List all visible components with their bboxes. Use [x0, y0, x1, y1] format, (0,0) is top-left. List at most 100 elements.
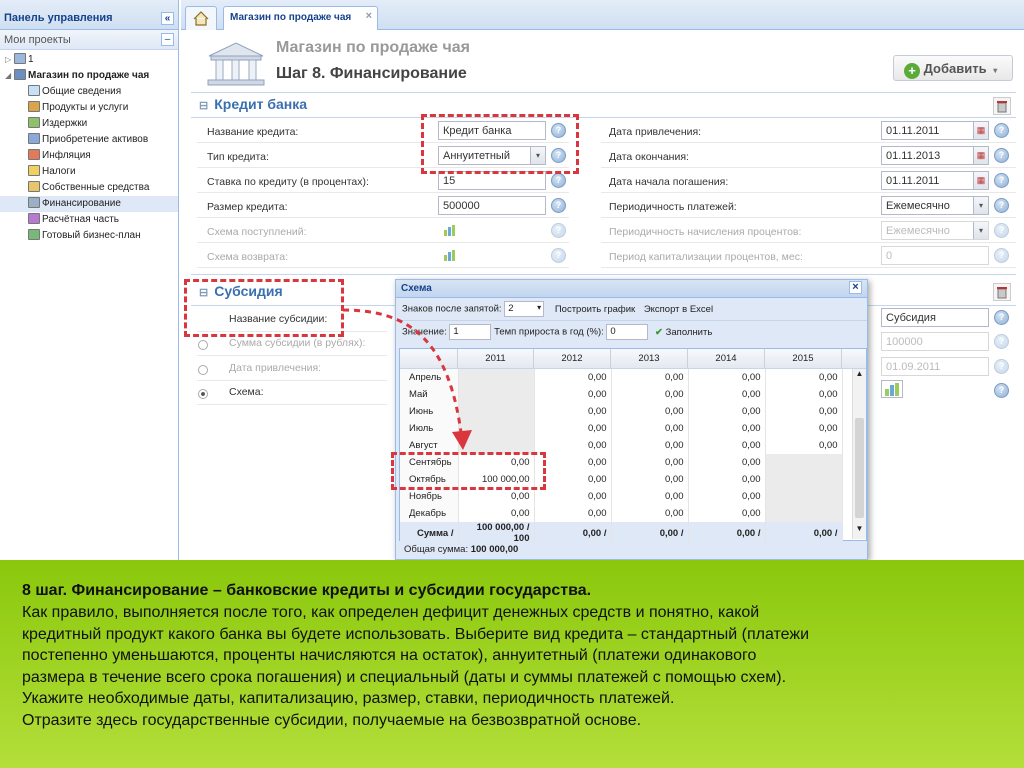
help-icon[interactable]: ?	[994, 173, 1009, 188]
credit-field-input[interactable]: 01.11.2013 ▦	[881, 146, 989, 165]
help-icon[interactable]: ?	[551, 248, 566, 263]
tree-item[interactable]: Финансирование	[0, 196, 178, 212]
value-cell[interactable]: 0,00	[688, 488, 766, 505]
radio-button[interactable]	[198, 340, 208, 350]
decimals-select[interactable]: 2 ▾	[504, 301, 545, 317]
tree-item[interactable]: Приобретение активов	[0, 132, 178, 148]
tree-item[interactable]: ▷ 1	[0, 52, 178, 68]
chevron-down-icon[interactable]: ▾	[973, 222, 988, 239]
value-cell[interactable]: 0,00	[458, 488, 535, 505]
calendar-icon[interactable]: ▦	[973, 122, 988, 139]
help-icon[interactable]: ?	[994, 198, 1009, 213]
value-cell[interactable]: 0,00	[458, 505, 535, 522]
credit-field-input[interactable]: 0	[881, 246, 989, 265]
delete-credit-button[interactable]	[993, 97, 1011, 115]
value-cell[interactable]: 0,00	[765, 437, 843, 454]
value-cell[interactable]: 0,00	[534, 403, 612, 420]
fill-button[interactable]: ✔ Заполнить	[655, 327, 712, 338]
value-cell[interactable]: 0,00	[534, 488, 612, 505]
calendar-icon[interactable]: ▦	[973, 172, 988, 189]
value-cell[interactable]: 0,00	[688, 420, 766, 437]
value-cell[interactable]: 0,00	[688, 369, 766, 386]
value-cell[interactable]: 0,00	[611, 488, 689, 505]
tree-item[interactable]: Общие сведения	[0, 84, 178, 100]
credit-field-input[interactable]: Ежемесячно ▾	[881, 221, 989, 240]
help-icon[interactable]: ?	[994, 383, 1009, 398]
radio-button[interactable]	[198, 365, 208, 375]
chevron-down-icon[interactable]: ▾	[973, 197, 988, 214]
value-cell[interactable]: 0,00	[688, 437, 766, 454]
value-cell[interactable]: 0,00	[765, 386, 843, 403]
help-icon[interactable]: ?	[994, 334, 1009, 349]
help-icon[interactable]: ?	[994, 223, 1009, 238]
help-icon[interactable]: ?	[551, 198, 566, 213]
build-chart-button[interactable]: Построить график	[555, 304, 635, 315]
value-cell[interactable]	[765, 454, 843, 471]
value-cell[interactable]: 0,00	[688, 505, 766, 522]
scroll-thumb[interactable]	[855, 418, 864, 518]
tree-item[interactable]: Инфляция	[0, 148, 178, 164]
value-cell[interactable]: 0,00	[611, 420, 689, 437]
credit-section-header[interactable]: ⊟ Кредит банка	[199, 96, 307, 112]
export-excel-button[interactable]: Экспорт в Excel	[644, 304, 713, 315]
credit-field-input[interactable]: 01.11.2011 ▦	[881, 121, 989, 140]
tab-tea-shop[interactable]: Магазин по продаже чая ×	[223, 6, 378, 30]
calendar-icon[interactable]: ▦	[973, 147, 988, 164]
tree-item[interactable]: ◢ Магазин по продаже чая	[0, 68, 178, 84]
tree-item[interactable]: Расчётная часть	[0, 212, 178, 228]
subsidy-field-input[interactable]: 01.09.2011	[881, 357, 989, 376]
value-cell[interactable]: 0,00	[765, 369, 843, 386]
tree-item[interactable]: Продукты и услуги	[0, 100, 178, 116]
tree-item[interactable]: Собственные средства	[0, 180, 178, 196]
credit-field-input[interactable]: 01.11.2011 ▦	[881, 171, 989, 190]
help-icon[interactable]: ?	[994, 310, 1009, 325]
value-cell[interactable]: 0,00	[688, 403, 766, 420]
value-cell[interactable]: 0,00	[611, 369, 689, 386]
tree-item[interactable]: Издержки	[0, 116, 178, 132]
collapse-projects-button[interactable]: –	[161, 33, 174, 46]
value-cell[interactable]: 0,00	[534, 420, 612, 437]
value-cell[interactable]	[765, 505, 843, 522]
help-icon[interactable]: ?	[994, 248, 1009, 263]
value-cell[interactable]: 0,00	[534, 505, 612, 522]
value-cell[interactable]: 0,00	[688, 454, 766, 471]
value-cell[interactable]	[765, 488, 843, 505]
radio-button[interactable]	[198, 389, 208, 399]
value-cell[interactable]: 0,00	[611, 471, 689, 488]
help-icon[interactable]: ?	[551, 173, 566, 188]
value-cell[interactable]: 0,00	[611, 437, 689, 454]
credit-field-input[interactable]: Ежемесячно ▾	[881, 196, 989, 215]
tree-item[interactable]: Налоги	[0, 164, 178, 180]
help-icon[interactable]: ?	[551, 223, 566, 238]
help-icon[interactable]: ?	[994, 359, 1009, 374]
credit-field-input[interactable]: 500000	[438, 196, 546, 215]
close-tab-icon[interactable]: ×	[366, 10, 372, 22]
scrollbar[interactable]: ▲ ▼	[852, 369, 866, 539]
help-icon[interactable]: ?	[994, 123, 1009, 138]
tree-item[interactable]: Готовый бизнес-план	[0, 228, 178, 244]
value-cell[interactable]	[765, 471, 843, 488]
value-cell[interactable]: 0,00	[611, 505, 689, 522]
expand-icon[interactable]: ▷	[5, 52, 14, 68]
value-cell[interactable]: 0,00	[688, 386, 766, 403]
delete-subsidy-button[interactable]	[993, 283, 1011, 301]
chart-icon[interactable]	[881, 380, 903, 398]
value-cell[interactable]: 0,00	[534, 369, 612, 386]
scroll-up-icon[interactable]: ▲	[853, 369, 866, 378]
expand-icon[interactable]: ◢	[5, 68, 14, 84]
chart-icon[interactable]	[443, 248, 457, 262]
collapse-panel-button[interactable]: «	[161, 12, 174, 25]
chart-icon[interactable]	[443, 223, 457, 237]
value-cell[interactable]: 0,00	[688, 471, 766, 488]
value-cell[interactable]: 0,00	[611, 454, 689, 471]
value-cell[interactable]: 0,00	[765, 403, 843, 420]
help-icon[interactable]: ?	[994, 148, 1009, 163]
home-tab[interactable]	[185, 6, 217, 30]
subsidy-field-input[interactable]: 100000	[881, 332, 989, 351]
value-cell[interactable]: 0,00	[534, 386, 612, 403]
value-cell[interactable]: 0,00	[611, 386, 689, 403]
scroll-down-icon[interactable]: ▼	[853, 524, 866, 533]
value-cell[interactable]: 0,00	[765, 420, 843, 437]
subsidy-field-input[interactable]: Субсидия	[881, 308, 989, 327]
add-button[interactable]: + Добавить ▾	[893, 55, 1013, 81]
